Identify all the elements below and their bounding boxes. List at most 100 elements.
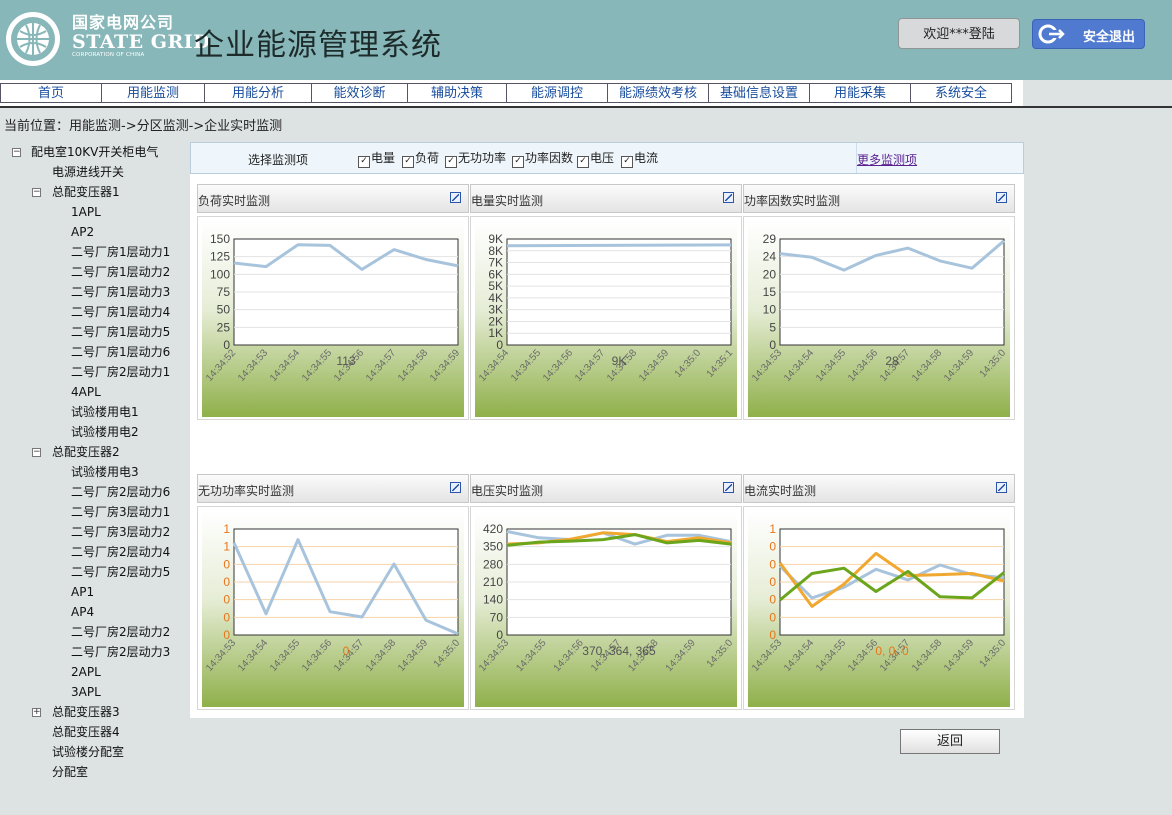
expand-chart-icon[interactable]: [996, 482, 1007, 493]
nav-item-7[interactable]: 基础信息设置: [708, 83, 810, 103]
y-tick-label: 210: [483, 575, 503, 589]
series-line: [506, 243, 732, 248]
collapse-icon[interactable]: −: [12, 148, 21, 157]
tree-node[interactable]: 总配变压器1: [52, 182, 120, 202]
expand-chart-icon[interactable]: [723, 482, 734, 493]
nav-item-8[interactable]: 用能采集: [809, 83, 911, 103]
tree-node[interactable]: 1APL: [71, 202, 101, 222]
tree-node[interactable]: 试验楼用电2: [71, 422, 139, 442]
tree-node[interactable]: 二号厂房2层动力2: [71, 622, 170, 642]
expand-chart-icon[interactable]: [723, 192, 734, 203]
tree-node[interactable]: 二号厂房2层动力6: [71, 482, 170, 502]
filter-bar: 选择监测项 ✓ 电量 ✓ 负荷 ✓ 无功功率 ✓ 功率因数 ✓ 电压 ✓ 电流 更多监测项: [190, 142, 1024, 174]
y-tick-label: 50: [217, 303, 231, 317]
tree-node[interactable]: 二号厂房1层动力5: [71, 322, 170, 342]
y-tick-label: 0: [769, 575, 776, 589]
chart-panel: 电流实时监测 0 0 0 0 0 0 1 14:34:53 14:34:54 14:34:55 14:…: [743, 474, 1015, 710]
tree-node[interactable]: 二号厂房2层动力3: [71, 642, 170, 662]
collapse-icon[interactable]: −: [32, 188, 41, 197]
expand-chart-icon[interactable]: [450, 482, 461, 493]
tree-node[interactable]: 二号厂房1层动力3: [71, 282, 170, 302]
tree-node[interactable]: 配电室10KV开关柜电气: [31, 142, 158, 162]
tree-node[interactable]: 3APL: [71, 682, 101, 702]
y-tick-label: 70: [490, 610, 504, 624]
tree-node[interactable]: AP2: [71, 222, 94, 242]
chart-panel-header: 电流实时监测: [743, 474, 1015, 503]
chart-body: 0 0 0 0 0 1 1 14:34:53 14:34:54 14:34:55 14:34:56 1…: [197, 506, 469, 710]
nav-item-5[interactable]: 能源调控: [506, 83, 608, 103]
tree-node[interactable]: 分配室: [52, 762, 88, 782]
logo-en: STATE GRID: [72, 31, 211, 53]
checkbox-icon[interactable]: ✓: [512, 156, 524, 168]
chart-panel: 电压实时监测 0 70 140 210 280 350 420 14:34:53 14:34:55…: [470, 474, 742, 710]
y-tick-label: 9K: [488, 232, 503, 246]
filter-option-label: 电压: [590, 151, 615, 165]
tree-node[interactable]: 二号厂房1层动力4: [71, 302, 170, 322]
tree-node[interactable]: 二号厂房1层动力6: [71, 342, 170, 362]
value-annotation: 370, 364, 365: [582, 644, 656, 658]
chart-title: 功率因数实时监测: [744, 194, 841, 208]
checkbox-icon[interactable]: ✓: [402, 156, 414, 168]
tree-node[interactable]: 二号厂房2层动力5: [71, 562, 170, 582]
y-tick-label: 24: [763, 250, 777, 264]
logout-icon: [1038, 24, 1065, 44]
checkbox-icon[interactable]: ✓: [577, 156, 589, 168]
expand-chart-icon[interactable]: [996, 192, 1007, 203]
chart-panel-header: 电压实时监测: [470, 474, 742, 503]
collapse-icon[interactable]: −: [32, 448, 41, 457]
tree-node[interactable]: 二号厂房2层动力4: [71, 542, 170, 562]
back-button[interactable]: 返回: [900, 729, 1000, 754]
y-tick-label: 140: [483, 593, 503, 607]
expand-chart-icon[interactable]: [450, 192, 461, 203]
y-tick-label: 20: [763, 267, 777, 281]
nav-item-9[interactable]: 系统安全: [910, 83, 1012, 103]
filter-option-label: 负荷: [415, 151, 440, 165]
nav-item-2[interactable]: 用能分析: [204, 83, 312, 103]
line-chart: 025507510012515014:34:5214:34:5314:34:54…: [202, 221, 464, 417]
checkbox-icon[interactable]: ✓: [358, 156, 370, 168]
y-tick-label: 0: [223, 610, 230, 624]
tree-node[interactable]: 试验楼分配室: [52, 742, 124, 762]
y-tick-label: 5: [769, 320, 776, 334]
logo-wordmark: 国家电网公司 STATE GRID CORPORATION OF CHINA: [72, 14, 210, 59]
checkbox-icon[interactable]: ✓: [445, 156, 457, 168]
tree-node[interactable]: 二号厂房1层动力2: [71, 262, 170, 282]
nav-item-0[interactable]: 首页: [0, 83, 102, 103]
filter-option[interactable]: ✓ 功率因数: [512, 149, 573, 168]
tree-node[interactable]: 4APL: [71, 382, 101, 402]
tree-node[interactable]: 总配变压器2: [52, 442, 120, 462]
tree-node[interactable]: 二号厂房3层动力2: [71, 522, 170, 542]
filter-option[interactable]: ✓ 负荷: [402, 149, 439, 168]
tree-node[interactable]: 2APL: [71, 662, 101, 682]
tree-node[interactable]: 二号厂房1层动力1: [71, 242, 170, 262]
tree-node[interactable]: 二号厂房2层动力1: [71, 362, 170, 382]
tree-node[interactable]: 总配变压器3: [52, 702, 120, 722]
value-annotation: 9K: [612, 354, 627, 368]
tree-node[interactable]: AP1: [71, 582, 94, 602]
chart-panel-header: 负荷实时监测: [197, 184, 469, 213]
tree-node[interactable]: AP4: [71, 602, 94, 622]
nav-item-3[interactable]: 能效诊断: [311, 83, 408, 103]
chart-title: 负荷实时监测: [198, 194, 271, 208]
nav-item-1[interactable]: 用能监测: [101, 83, 205, 103]
logout-button[interactable]: 安全退出: [1032, 19, 1145, 49]
chart-body: 0 25 50 75 100 125 150 14:34:52 14:34:53 14:34:54…: [197, 216, 469, 420]
more-items-link[interactable]: 更多监测项: [857, 151, 917, 168]
y-tick-label: 15: [763, 285, 777, 299]
nav-item-6[interactable]: 能源绩效考核: [607, 83, 709, 103]
tree-node[interactable]: 试验楼用电3: [71, 462, 139, 482]
filter-option[interactable]: ✓ 无功功率: [445, 149, 506, 168]
monitor-area: 选择监测项 ✓ 电量 ✓ 负荷 ✓ 无功功率 ✓ 功率因数 ✓ 电压 ✓ 电流 更多监测项 负荷实时监…: [190, 142, 1024, 718]
tree-node[interactable]: 二号厂房3层动力1: [71, 502, 170, 522]
line-chart: 000000114:34:5314:34:5414:34:5514:34:561…: [748, 511, 1010, 707]
nav-item-4[interactable]: 辅助决策: [407, 83, 507, 103]
checkbox-icon[interactable]: ✓: [621, 156, 633, 168]
welcome-button[interactable]: 欢迎***登陆: [898, 18, 1020, 49]
tree-node[interactable]: 试验楼用电1: [71, 402, 139, 422]
tree-node[interactable]: 总配变压器4: [52, 722, 120, 742]
tree-node[interactable]: 电源进线开关: [52, 162, 124, 182]
filter-option[interactable]: ✓ 电压: [577, 149, 614, 168]
expand-icon[interactable]: +: [32, 708, 41, 717]
filter-option[interactable]: ✓ 电流: [621, 149, 658, 168]
filter-option[interactable]: ✓ 电量: [358, 149, 395, 168]
